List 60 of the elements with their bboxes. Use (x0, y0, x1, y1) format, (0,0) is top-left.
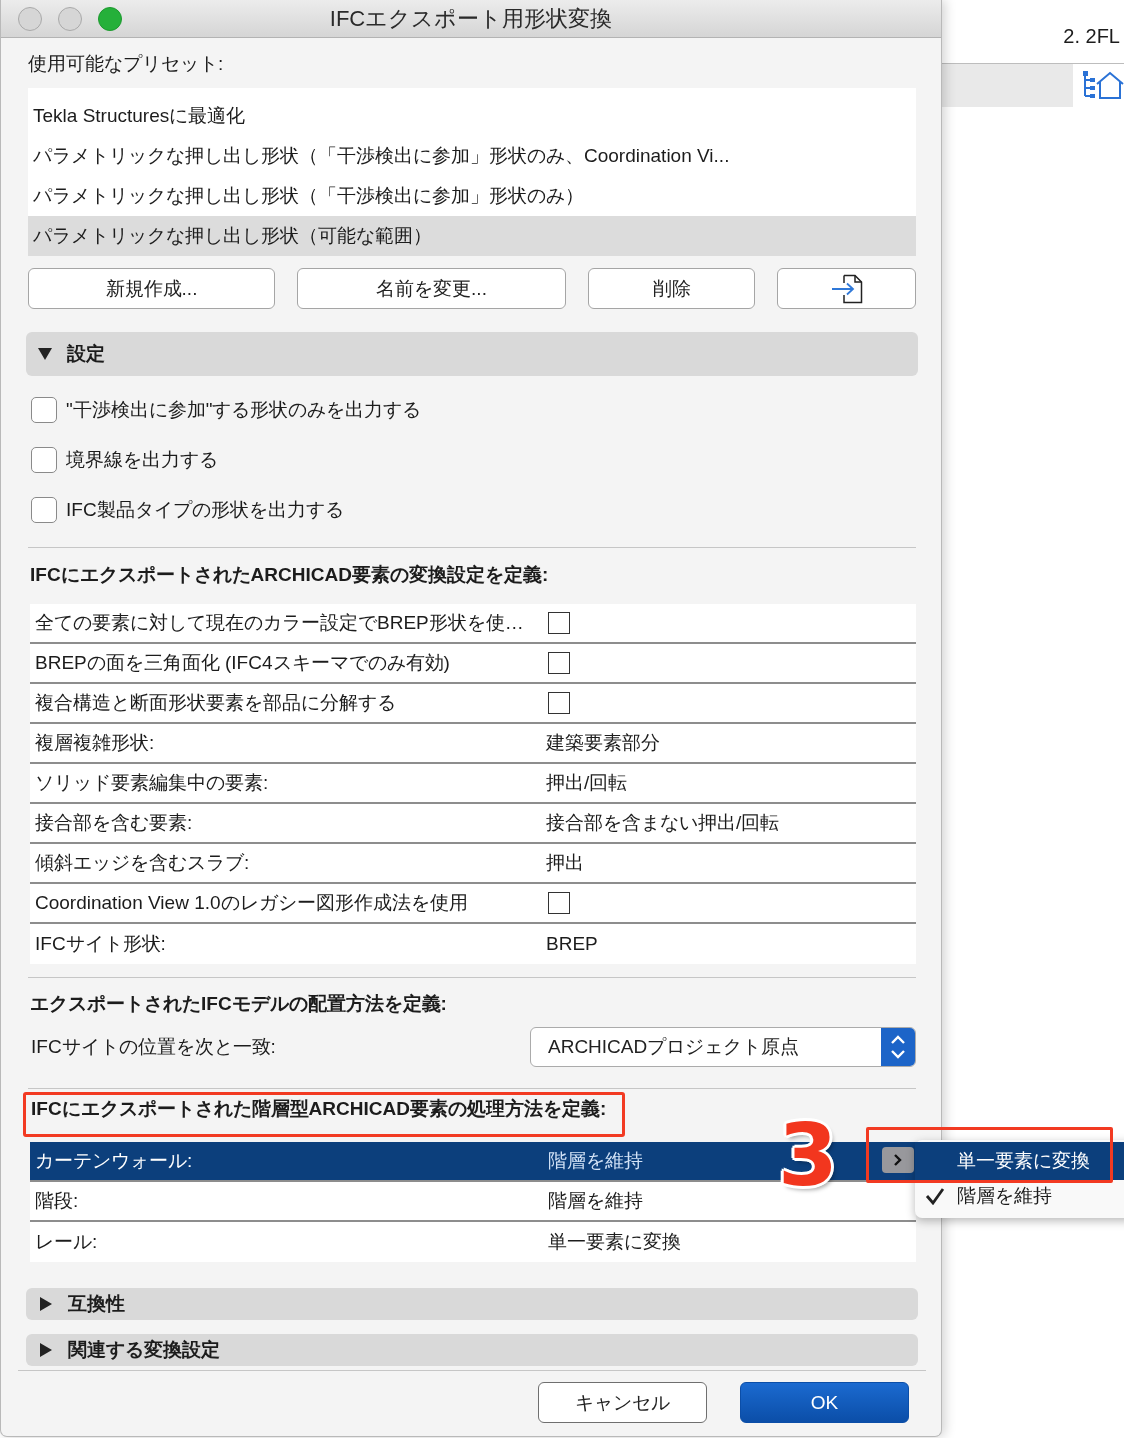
group-heading: IFCにエクスポートされたARCHICAD要素の変換設定を定義: (30, 563, 549, 587)
ok-button[interactable]: OK (740, 1382, 909, 1423)
checkbox[interactable] (548, 652, 570, 674)
field-label: IFCサイトの位置を次と一致: (31, 1035, 276, 1059)
menu-item[interactable]: 階層を維持 (915, 1180, 1124, 1212)
chevron-icon[interactable] (882, 1147, 914, 1173)
checkbox-label: 境界線を出力する (66, 448, 218, 472)
checkbox[interactable] (31, 397, 57, 423)
table-cell-text: 接合部を含む要素: (34, 811, 194, 835)
section-header[interactable]: 関連する変換設定 (26, 1334, 918, 1366)
checkbox-label: "干渉検出に参加"する形状のみを出力する (66, 398, 422, 422)
table-row[interactable]: レール: 単一要素に変換 (30, 1222, 916, 1262)
preset-item[interactable]: Tekla Structuresに最適化 (28, 96, 916, 136)
zoom-icon[interactable] (98, 6, 122, 31)
table-cell-text: 複層複雑形状: (34, 731, 156, 755)
table-cell-text: 全ての要素に対して現在のカラー設定でBREP形状を使… (34, 611, 525, 635)
section-header[interactable]: 設定 (26, 332, 918, 376)
table-cell-text: IFCサイト形状: (34, 932, 167, 956)
window-title: IFCエクスポート用形状変換 (329, 4, 613, 33)
table-cell-text: カーテンウォール: (34, 1149, 194, 1173)
checkbox[interactable] (548, 692, 570, 714)
menu-item[interactable]: 単一要素に変換 (915, 1142, 1124, 1180)
preset-item[interactable]: パラメトリックな押し出し形状（「干渉検出に参加」形状のみ、Coordination Vi... (28, 136, 916, 176)
preset-button[interactable]: 名前を変更... (297, 268, 566, 309)
tree-house-icon[interactable] (1082, 70, 1124, 100)
floor-title: 2. 2FL (1063, 25, 1120, 48)
table-cell[interactable]: 建築要素部分 (546, 730, 660, 756)
cancel-button[interactable]: キャンセル (538, 1382, 707, 1423)
table-cell[interactable]: 階層を維持 (548, 1148, 643, 1174)
table-cell-text: 階段: (34, 1189, 80, 1213)
arrow-document-icon (830, 273, 863, 304)
table-cell-text: 傾斜エッジを含むスラブ: (34, 851, 251, 875)
group-heading: エクスポートされたIFCモデルの配置方法を定義: (30, 992, 447, 1016)
table-cell[interactable]: 押出/回転 (546, 770, 628, 796)
checkbox[interactable] (31, 447, 57, 473)
export-button[interactable] (777, 268, 916, 309)
table-cell[interactable]: 単一要素に変換 (548, 1229, 681, 1255)
table-cell[interactable]: BREP (546, 933, 598, 955)
checkbox[interactable] (548, 612, 570, 634)
checkbox[interactable] (31, 497, 57, 523)
checkbox[interactable] (548, 892, 570, 914)
presets-label: 使用可能なプリセット: (28, 52, 224, 76)
section-header[interactable]: 互換性 (26, 1288, 918, 1320)
table-cell[interactable]: 階層を維持 (548, 1188, 643, 1214)
checkmark-icon (925, 1187, 945, 1205)
checkbox-label: IFC製品タイプの形状を出力する (66, 498, 344, 522)
table-cell-text: 複合構造と断面形状要素を部品に分解する (34, 691, 397, 715)
preset-item[interactable]: パラメトリックな押し出し形状（「干渉検出に参加」形状のみ） (28, 176, 916, 216)
preset-item[interactable]: パラメトリックな押し出し形状（可能な範囲） (28, 216, 916, 256)
table-cell-text: ソリッド要素編集中の要素: (34, 771, 270, 795)
preset-button[interactable]: 新規作成... (28, 268, 275, 309)
table-cell-text: Coordination View 1.0のレガシー図形作成法を使用 (34, 891, 469, 915)
table-cell-text: レール: (34, 1230, 99, 1254)
group-heading: IFCにエクスポートされた階層型ARCHICAD要素の処理方法を定義: (31, 1097, 607, 1121)
table-cell[interactable]: 接合部を含まない押出/回転 (546, 810, 780, 836)
table-cell[interactable]: 押出 (546, 850, 584, 876)
popup-button[interactable]: ARCHICADプロジェクト原点 (530, 1027, 916, 1067)
stepper-icon (881, 1028, 915, 1066)
table-cell-text: BREPの面を三角面化 (IFC4スキーマでのみ有効) (34, 651, 451, 675)
preset-button[interactable]: 削除 (588, 268, 755, 309)
